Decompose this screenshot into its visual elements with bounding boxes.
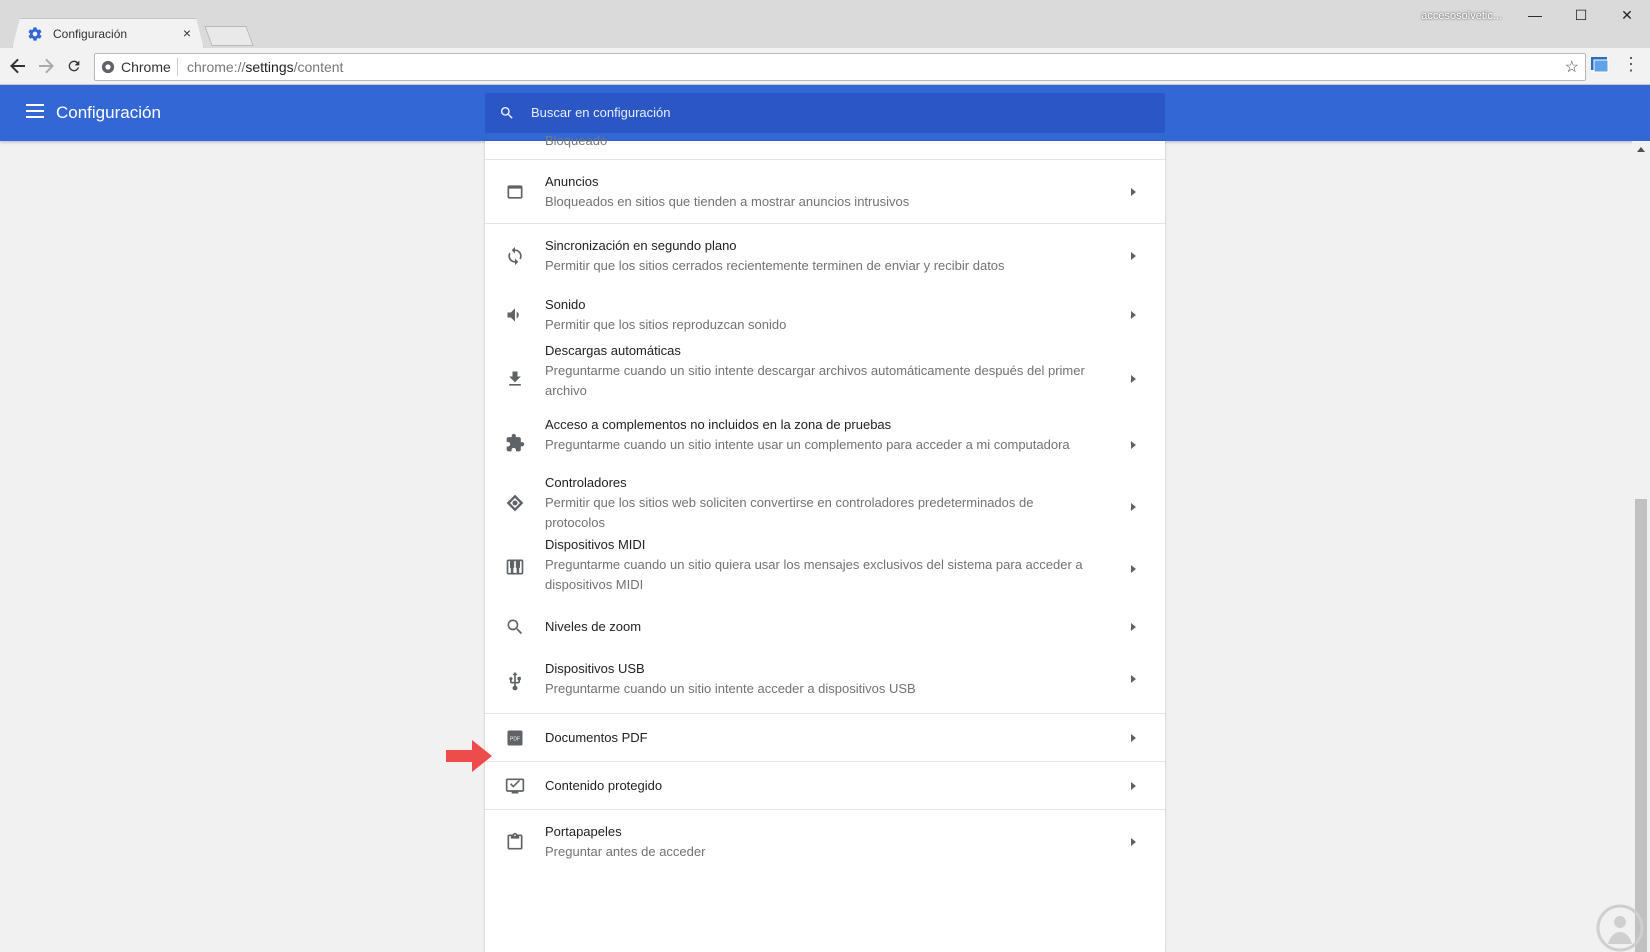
pdf-icon: PDF [507, 730, 523, 746]
chevron-right-icon [1131, 441, 1136, 449]
row-description: Preguntarme cuando un sitio intente usar… [545, 437, 1070, 452]
back-arrow-icon [10, 58, 25, 74]
row-label: Contenido protegido [545, 778, 663, 793]
forward-arrow-icon [39, 58, 54, 74]
maximize-button[interactable]: ☐ [1558, 0, 1604, 30]
scrollbar-thumb[interactable] [1635, 499, 1647, 952]
chevron-right-icon [1131, 311, 1136, 319]
tab-title: Configuración [53, 27, 128, 41]
setting-row-ads[interactable]: Anuncios Bloqueados en sitios que tiende… [485, 159, 1165, 224]
profile-name[interactable]: accesosolvetic... [1421, 10, 1502, 22]
setting-row-zoom-levels[interactable]: Niveles de zoom [485, 603, 1165, 649]
cut-off-status: Bloqueado [545, 133, 608, 148]
row-label: Acceso a complementos no incluidos en la… [545, 417, 892, 432]
svg-text:PDF: PDF [510, 737, 520, 743]
ads-icon [507, 185, 523, 199]
row-label: Dispositivos USB [545, 661, 645, 676]
chevron-right-icon [1131, 375, 1136, 383]
url-text[interactable]: chrome://settings/content [187, 59, 343, 75]
handler-icon [506, 494, 524, 512]
omnibox-separator [177, 58, 178, 76]
chevron-right-icon [1131, 675, 1136, 683]
sync-icon [508, 246, 522, 266]
browser-toolbar: Chrome chrome://settings/content ☆ ⋮ [0, 48, 1650, 85]
annotation-arrow-icon [446, 740, 492, 772]
search-placeholder: Buscar en configuración [531, 105, 671, 120]
chevron-right-icon [1131, 623, 1136, 631]
zoom-icon [507, 619, 523, 635]
setting-row-auto-downloads[interactable]: Descargas automáticas Preguntarme cuando… [485, 341, 1165, 415]
extension-icon[interactable] [1590, 55, 1610, 75]
row-description: Preguntarme cuando un sitio intente acce… [545, 681, 916, 696]
tab-settings[interactable]: Configuración × [12, 18, 204, 49]
new-tab-button[interactable] [204, 26, 254, 46]
scroll-up-icon[interactable] [1637, 147, 1645, 152]
chevron-right-icon [1131, 838, 1136, 846]
clipboard-icon [507, 832, 523, 850]
usb-icon [509, 671, 521, 691]
protected-content-icon [505, 778, 525, 794]
row-description: Preguntar antes de acceder [545, 844, 706, 859]
content-settings-card: Bloqueado Anuncios Bloqueados en sitios … [485, 133, 1165, 952]
chevron-right-icon [1131, 782, 1136, 790]
row-label: Sonido [545, 297, 586, 312]
chevron-right-icon [1131, 252, 1136, 260]
reload-icon [68, 60, 80, 72]
minimize-button[interactable]: — [1512, 0, 1558, 30]
row-label: Controladores [545, 475, 627, 490]
gear-icon [27, 26, 43, 42]
setting-row-clipboard[interactable]: Portapapeles Preguntar antes de acceder [485, 809, 1165, 874]
row-description: Permitir que los sitios reproduzcan soni… [545, 317, 787, 332]
puzzle-icon [506, 433, 525, 452]
page-title: Configuración [56, 103, 161, 122]
row-label: Sincronización en segundo plano [545, 238, 737, 253]
chevron-right-icon [1131, 565, 1136, 573]
midi-icon [506, 559, 524, 575]
back-button[interactable] [6, 54, 30, 78]
row-label: Portapapeles [545, 824, 622, 839]
close-window-button[interactable]: ✕ [1604, 0, 1650, 30]
setting-row-usb[interactable]: Dispositivos USB Preguntarme cuando un s… [485, 649, 1165, 713]
row-label: Documentos PDF [545, 730, 648, 745]
row-description: Preguntarme cuando un sitio quiera usar … [545, 557, 1083, 592]
tab-close-icon[interactable]: × [183, 25, 191, 41]
chrome-chip-label: Chrome [121, 59, 171, 75]
chevron-right-icon [1131, 734, 1136, 742]
settings-header: Configuración Buscar en configuración [0, 85, 1650, 141]
title-bar: Configuración × accesosolvetic... — ☐ ✕ [0, 0, 1650, 48]
row-label: Dispositivos MIDI [545, 537, 646, 552]
address-bar[interactable]: Chrome chrome://settings/content ☆ [94, 53, 1586, 81]
forward-button[interactable] [34, 54, 58, 78]
setting-row-midi[interactable]: Dispositivos MIDI Preguntarme cuando un … [485, 533, 1165, 603]
setting-row-unsandboxed-plugins[interactable]: Acceso a complementos no incluidos en la… [485, 415, 1165, 469]
chevron-right-icon [1131, 503, 1136, 511]
row-description: Preguntarme cuando un sitio intente desc… [545, 363, 1085, 398]
volume-icon [507, 308, 519, 322]
bookmark-star-icon[interactable]: ☆ [1565, 57, 1579, 77]
download-icon [509, 371, 521, 386]
chevron-right-icon [1131, 188, 1136, 196]
setting-row-pdf-documents[interactable]: PDF Documentos PDF [485, 713, 1165, 762]
row-description: Permitir que los sitios web soliciten co… [545, 495, 1034, 530]
settings-search-input[interactable]: Buscar en configuración [485, 93, 1165, 133]
row-description: Permitir que los sitios cerrados recient… [545, 258, 1005, 273]
setting-row-protected-content[interactable]: Contenido protegido [485, 761, 1165, 810]
row-label: Anuncios [545, 174, 599, 189]
setting-row-handlers[interactable]: Controladores Permitir que los sitios we… [485, 469, 1165, 533]
setting-row-sound[interactable]: Sonido Permitir que los sitios reproduzc… [485, 287, 1165, 341]
setting-row-background-sync[interactable]: Sincronización en segundo plano Permitir… [485, 223, 1165, 288]
browser-menu-icon[interactable]: ⋮ [1622, 54, 1640, 75]
row-label: Niveles de zoom [545, 619, 642, 634]
page-scrollbar[interactable] [1632, 141, 1650, 952]
hamburger-menu-icon[interactable] [26, 104, 44, 118]
reload-button[interactable] [62, 54, 86, 78]
chrome-icon [101, 60, 115, 74]
row-description: Bloqueados en sitios que tienden a mostr… [545, 194, 910, 209]
row-label: Descargas automáticas [545, 343, 681, 358]
watermark-logo-icon [1596, 904, 1644, 952]
search-icon [501, 107, 513, 119]
